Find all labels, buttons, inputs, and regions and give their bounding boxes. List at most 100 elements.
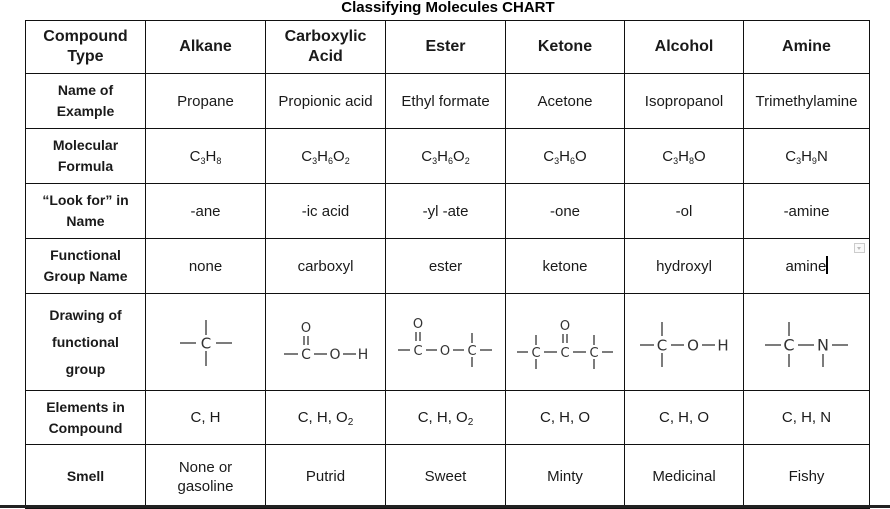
label-line: Example [56,103,115,119]
table-cell[interactable]: Minty [505,444,625,509]
table-cell[interactable]: -one [505,183,625,239]
ketone-structure-icon: O C C C [517,319,613,369]
subscript: 8 [216,155,222,166]
table-cell[interactable]: C, H, N [743,390,870,445]
atom-label: C [301,347,311,363]
table-cell[interactable]: C, H, O [624,390,744,445]
column-header-alcohol[interactable]: Alcohol [624,20,744,74]
table-cell-active[interactable]: amine [743,238,870,294]
table-cell[interactable]: Acetone [505,73,625,129]
table-cell[interactable]: C, H, O2 [265,390,386,445]
atom-label: C [783,336,794,355]
column-header-ester[interactable]: Ester [385,20,506,74]
table-cell[interactable]: -amine [743,183,870,239]
formula-text: C, H [190,409,221,426]
table-cell[interactable]: -ol [624,183,744,239]
table-cell[interactable]: Medicinal [624,444,744,509]
formula-text: C, H, O [297,409,348,426]
label-line: Formula [57,158,114,174]
table-row-molecular-formula: Molecular Formula C3H8 C3H6O2 C3H6O2 C3H… [25,128,870,184]
row-label-smell[interactable]: Smell [25,444,146,509]
label-line: Molecular [52,137,119,153]
table-cell[interactable]: Trimethylamine [743,73,870,129]
column-header-text: Carboxylic [284,28,367,45]
row-label-drawing[interactable]: Drawing of functional group [25,293,146,391]
table-cell[interactable]: Isopropanol [624,73,744,129]
column-header-text: Amine [782,38,831,55]
formula-cell[interactable]: C3H8 [145,128,266,184]
formula-text: C, H, O [658,409,709,426]
table-cell[interactable]: -ic acid [265,183,386,239]
column-header-ketone[interactable]: Ketone [505,20,625,74]
table-cell[interactable]: Putrid [265,444,386,509]
atom-label: O [329,347,340,363]
column-header-carboxylic-acid[interactable]: Carboxylic Acid [265,20,386,74]
subscript: 2 [464,155,470,166]
table-cell[interactable]: C, H [145,390,266,445]
row-label-look-for[interactable]: “Look for” in Name [25,183,146,239]
formula-cell[interactable]: C3H6O [505,128,625,184]
formula-text: H [678,147,689,165]
label-line: group [65,360,106,377]
table-cell[interactable]: None or gasoline [145,444,266,509]
column-header-text: Alkane [179,38,232,55]
row-label-elements[interactable]: Elements in Compound [25,390,146,445]
drawing-cell[interactable]: O C O H [265,293,386,391]
drawing-cell[interactable]: C N [743,293,870,391]
table-cell[interactable]: Fishy [743,444,870,509]
table-cell[interactable]: -yl -ate [385,183,506,239]
formula-text: C [301,147,313,165]
row-label-example-name[interactable]: Name of Example [25,73,146,129]
ester-structure-icon: O C O C [397,317,492,367]
subscript: 2 [344,155,350,166]
atom-label: O [412,317,422,332]
row-label-compound-type[interactable]: Compound Type [25,20,146,74]
table-cell[interactable]: Propionic acid [265,73,386,129]
label-line: Drawing of [49,306,122,323]
formula-text: C [189,147,201,165]
cell-line: None or [178,458,233,476]
table-cell[interactable]: Sweet [385,444,506,509]
formula-text: H [317,147,328,165]
drawing-cell[interactable]: C [145,293,266,391]
atom-label: C [413,344,422,359]
table-cell[interactable]: hydroxyl [624,238,744,294]
cell-dropdown-button[interactable] [854,243,865,253]
table-cell[interactable]: carboxyl [265,238,386,294]
column-header-amine[interactable]: Amine [743,20,870,74]
drawing-cell[interactable]: O C C C [505,293,625,391]
column-header-alkane[interactable]: Alkane [145,20,266,74]
table-cell[interactable]: C, H, O [505,390,625,445]
chart-title: Classifying Molecules CHART [341,0,555,16]
row-label-functional-group-name[interactable]: Functional Group Name [25,238,146,294]
table-cell[interactable]: ester [385,238,506,294]
formula-text: C [421,147,433,165]
formula-cell[interactable]: C3H6O2 [385,128,506,184]
atom-label: C [200,335,210,353]
table-cell[interactable]: none [145,238,266,294]
drawing-cell[interactable]: C O H [624,293,744,391]
table-cell[interactable]: C, H, O2 [385,390,506,445]
formula-text: H [559,147,570,165]
atom-label: O [439,344,449,359]
formula-text: H [801,147,812,165]
table-cell[interactable]: Ethyl formate [385,73,506,129]
label-line: Compound [43,28,128,45]
label-line: Compound [48,419,123,436]
atom-label: H [717,337,728,355]
table-cell[interactable]: Propane [145,73,266,129]
formula-cell[interactable]: C3H6O2 [265,128,386,184]
table-cell[interactable]: ketone [505,238,625,294]
row-label-molecular-formula[interactable]: Molecular Formula [25,128,146,184]
classification-table: Compound Type Alkane Carboxylic Acid Est… [25,20,870,509]
atom-label: O [560,319,570,334]
label-line: “Look for” in [42,192,129,208]
table-row-look-for: “Look for” in Name -ane -ic acid -yl -at… [25,183,870,239]
label-line: Functional [50,247,121,263]
column-header-text: Acid [308,48,343,65]
formula-cell[interactable]: C3H9N [743,128,870,184]
table-cell[interactable]: -ane [145,183,266,239]
formula-text: C [662,147,674,165]
drawing-cell[interactable]: O C O C [385,293,506,391]
formula-cell[interactable]: C3H8O [624,128,744,184]
